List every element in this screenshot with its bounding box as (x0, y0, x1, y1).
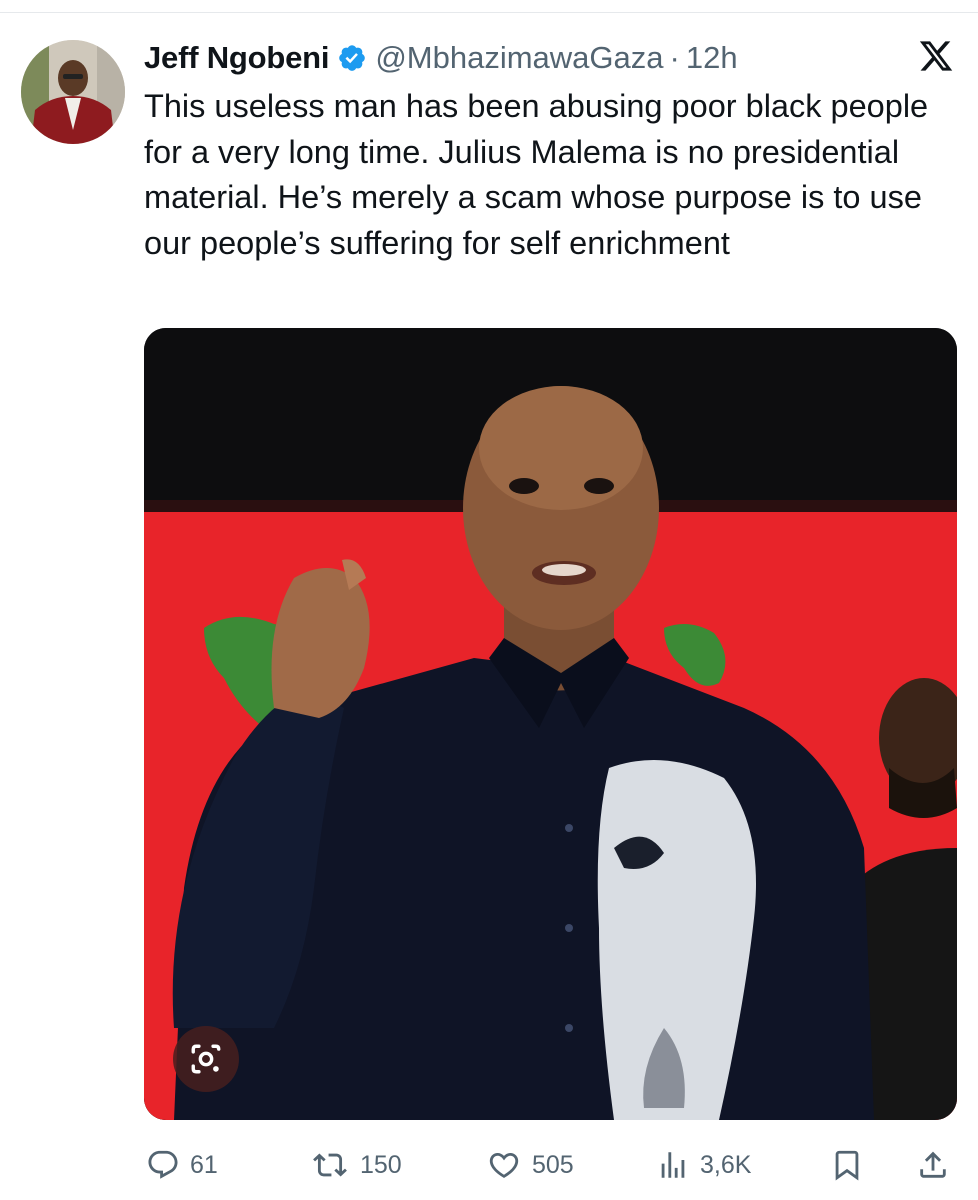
verified-badge-icon (337, 43, 367, 73)
author-handle[interactable]: @MbhazimawaGaza (375, 40, 663, 76)
tweet-media-photo[interactable] (144, 328, 957, 1120)
share-button[interactable] (916, 1140, 950, 1190)
reply-button[interactable]: 61 (146, 1140, 218, 1190)
reply-icon (146, 1148, 180, 1182)
tweet-text: This useless man has been abusing poor b… (144, 88, 929, 261)
share-icon (916, 1148, 950, 1182)
like-icon (486, 1148, 522, 1182)
like-button[interactable]: 505 (486, 1140, 574, 1190)
bookmark-icon (830, 1148, 864, 1182)
avatar[interactable] (21, 40, 125, 144)
like-count: 505 (532, 1150, 574, 1179)
views-icon (656, 1148, 690, 1182)
tweet-timestamp[interactable]: 12h (686, 40, 738, 76)
views-count: 3,6K (700, 1150, 752, 1179)
tweet-header: Jeff Ngobeni @MbhazimawaGaza · 12h (144, 36, 738, 80)
photo-illustration (144, 328, 957, 1120)
repost-count: 150 (360, 1150, 402, 1179)
top-divider (0, 12, 978, 13)
separator-dot: · (669, 40, 680, 75)
repost-icon (310, 1148, 350, 1182)
reply-count: 61 (190, 1150, 218, 1179)
tweet-action-bar: 61 150 505 3,6K (0, 1140, 978, 1190)
bookmark-button[interactable] (830, 1140, 864, 1190)
author-display-name[interactable]: Jeff Ngobeni (144, 40, 330, 76)
x-logo-icon[interactable] (918, 38, 954, 74)
views-button[interactable]: 3,6K (656, 1140, 751, 1190)
repost-button[interactable]: 150 (310, 1140, 402, 1190)
google-lens-icon[interactable] (173, 1026, 239, 1092)
